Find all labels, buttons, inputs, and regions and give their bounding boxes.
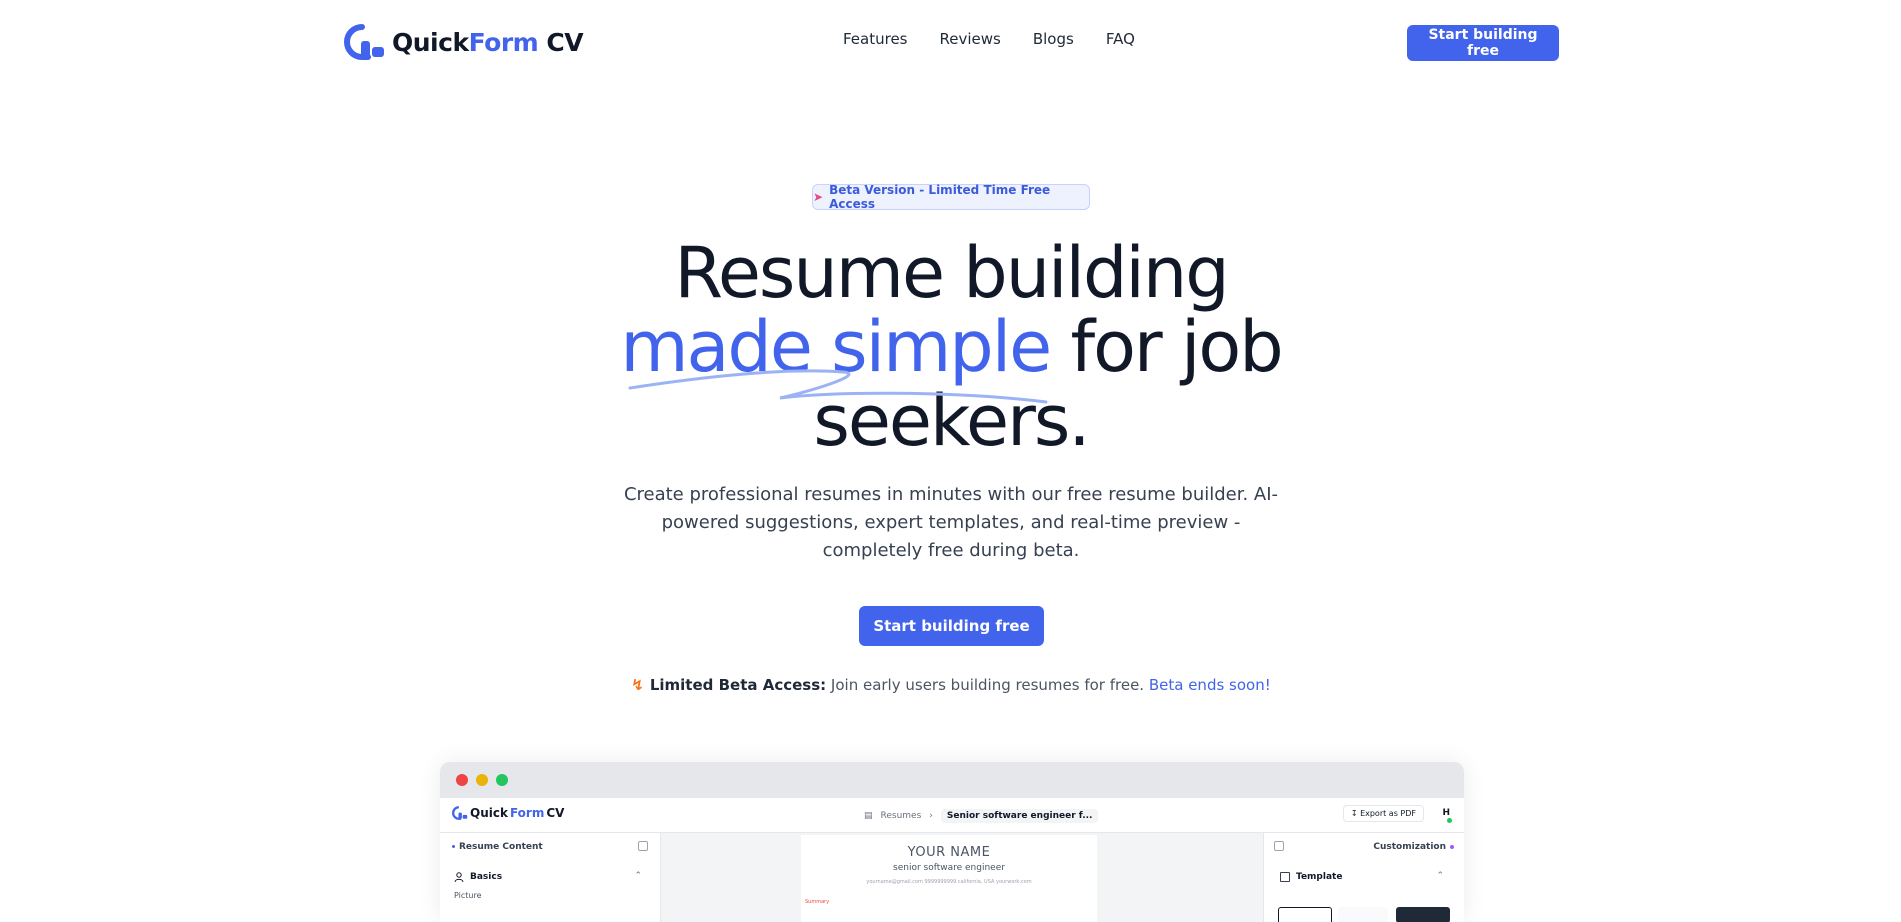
file-icon: ▤: [864, 811, 873, 821]
resume-canvas: YOUR NAME senior software engineer yourn…: [661, 833, 1263, 922]
breadcrumb: ▤ Resumes › Senior software engineer f..…: [864, 809, 1099, 823]
picture-label: Picture: [454, 891, 482, 900]
resume-page: YOUR NAME senior software engineer yourn…: [801, 835, 1097, 922]
customization-dot: [1450, 845, 1454, 849]
logo[interactable]: QuickForm CV: [344, 22, 584, 62]
nav-links: Features Reviews Blogs FAQ: [843, 30, 1135, 48]
resume-contact: yourname@gmail.com 9999999999 california…: [866, 879, 1032, 885]
window-titlebar: [440, 762, 1464, 798]
download-icon: ↧: [1350, 809, 1358, 818]
lightning-icon: ↯: [631, 676, 644, 694]
top-nav: QuickForm CV Features Reviews Blogs FAQ …: [0, 0, 1901, 86]
window-maximize-dot: [496, 774, 508, 786]
beta-badge-text: Beta Version - Limited Time Free Access: [829, 183, 1051, 211]
headline-rest: for job: [1050, 306, 1283, 388]
export-pdf-button[interactable]: ↧ Export as PDF: [1342, 805, 1424, 822]
app-logo-icon: [452, 806, 468, 820]
nav-link-blogs[interactable]: Blogs: [1033, 30, 1074, 48]
app-preview-window: Quick Form CV ▤ Resumes › Senior software…: [440, 762, 1464, 922]
logo-icon: [344, 24, 384, 60]
editor-workspace: Resume Content Basics ⌃ Picture YOUR NAM…: [440, 833, 1464, 922]
breadcrumb-resumes[interactable]: Resumes: [881, 811, 922, 821]
resume-summary-heading: Summary: [805, 899, 830, 905]
beta-ends-link[interactable]: Beta ends soon!: [1149, 676, 1271, 694]
window-minimize-dot: [476, 774, 488, 786]
template-thumbnail[interactable]: [1396, 907, 1450, 922]
hero-start-building-button[interactable]: Start building free: [859, 606, 1044, 646]
underline-squiggle-icon: [628, 369, 1048, 404]
user-icon: [454, 872, 464, 882]
avatar[interactable]: H: [1442, 808, 1450, 818]
basics-section-header[interactable]: Basics: [454, 872, 502, 882]
nav-link-reviews[interactable]: Reviews: [940, 30, 1001, 48]
customization-title: Customization: [1373, 842, 1446, 852]
resume-job-title: senior software engineer: [893, 863, 1005, 873]
window-close-dot: [456, 774, 468, 786]
resume-content-title: Resume Content: [452, 842, 543, 852]
hero-subtext: Create professional resumes in minutes w…: [623, 484, 1279, 561]
rocket-icon: ➤: [813, 190, 824, 204]
template-section-header[interactable]: Template: [1280, 872, 1342, 882]
beta-note: ↯ Limited Beta Access: Join early users b…: [600, 676, 1302, 694]
beta-note-label: Limited Beta Access:: [649, 676, 827, 694]
template-thumbnail[interactable]: [1338, 907, 1388, 922]
panel-toggle-icon[interactable]: [1274, 841, 1284, 851]
nav-start-building-button[interactable]: Start building free: [1407, 25, 1559, 61]
hero-headline: Resume building made simple for job seek…: [560, 236, 1342, 458]
beta-badge: ➤ Beta Version - Limited Time Free Acces…: [812, 183, 1090, 211]
nav-link-faq[interactable]: FAQ: [1106, 30, 1135, 48]
resume-name: YOUR NAME: [907, 845, 991, 860]
headline-line-1: Resume building: [674, 232, 1229, 314]
chevron-up-icon[interactable]: ⌃: [634, 871, 642, 881]
app-logo: Quick Form CV: [452, 806, 564, 820]
panel-toggle-icon[interactable]: [638, 841, 648, 851]
chevron-right-icon: ›: [929, 811, 933, 821]
customization-panel: Customization Template ⌃: [1263, 833, 1464, 922]
layout-icon: [1280, 872, 1290, 882]
chevron-up-icon[interactable]: ⌃: [1436, 871, 1444, 881]
template-thumbnail[interactable]: [1278, 907, 1332, 922]
beta-note-text: Join early users building resumes for fr…: [826, 676, 1149, 694]
online-status-dot: [1447, 818, 1452, 823]
logo-text: QuickForm CV: [392, 27, 584, 57]
app-header: Quick Form CV ▤ Resumes › Senior software…: [440, 798, 1464, 833]
resume-content-panel: Resume Content Basics ⌃ Picture: [440, 833, 661, 922]
breadcrumb-current[interactable]: Senior software engineer f...: [940, 809, 1099, 823]
nav-link-features[interactable]: Features: [843, 30, 908, 48]
